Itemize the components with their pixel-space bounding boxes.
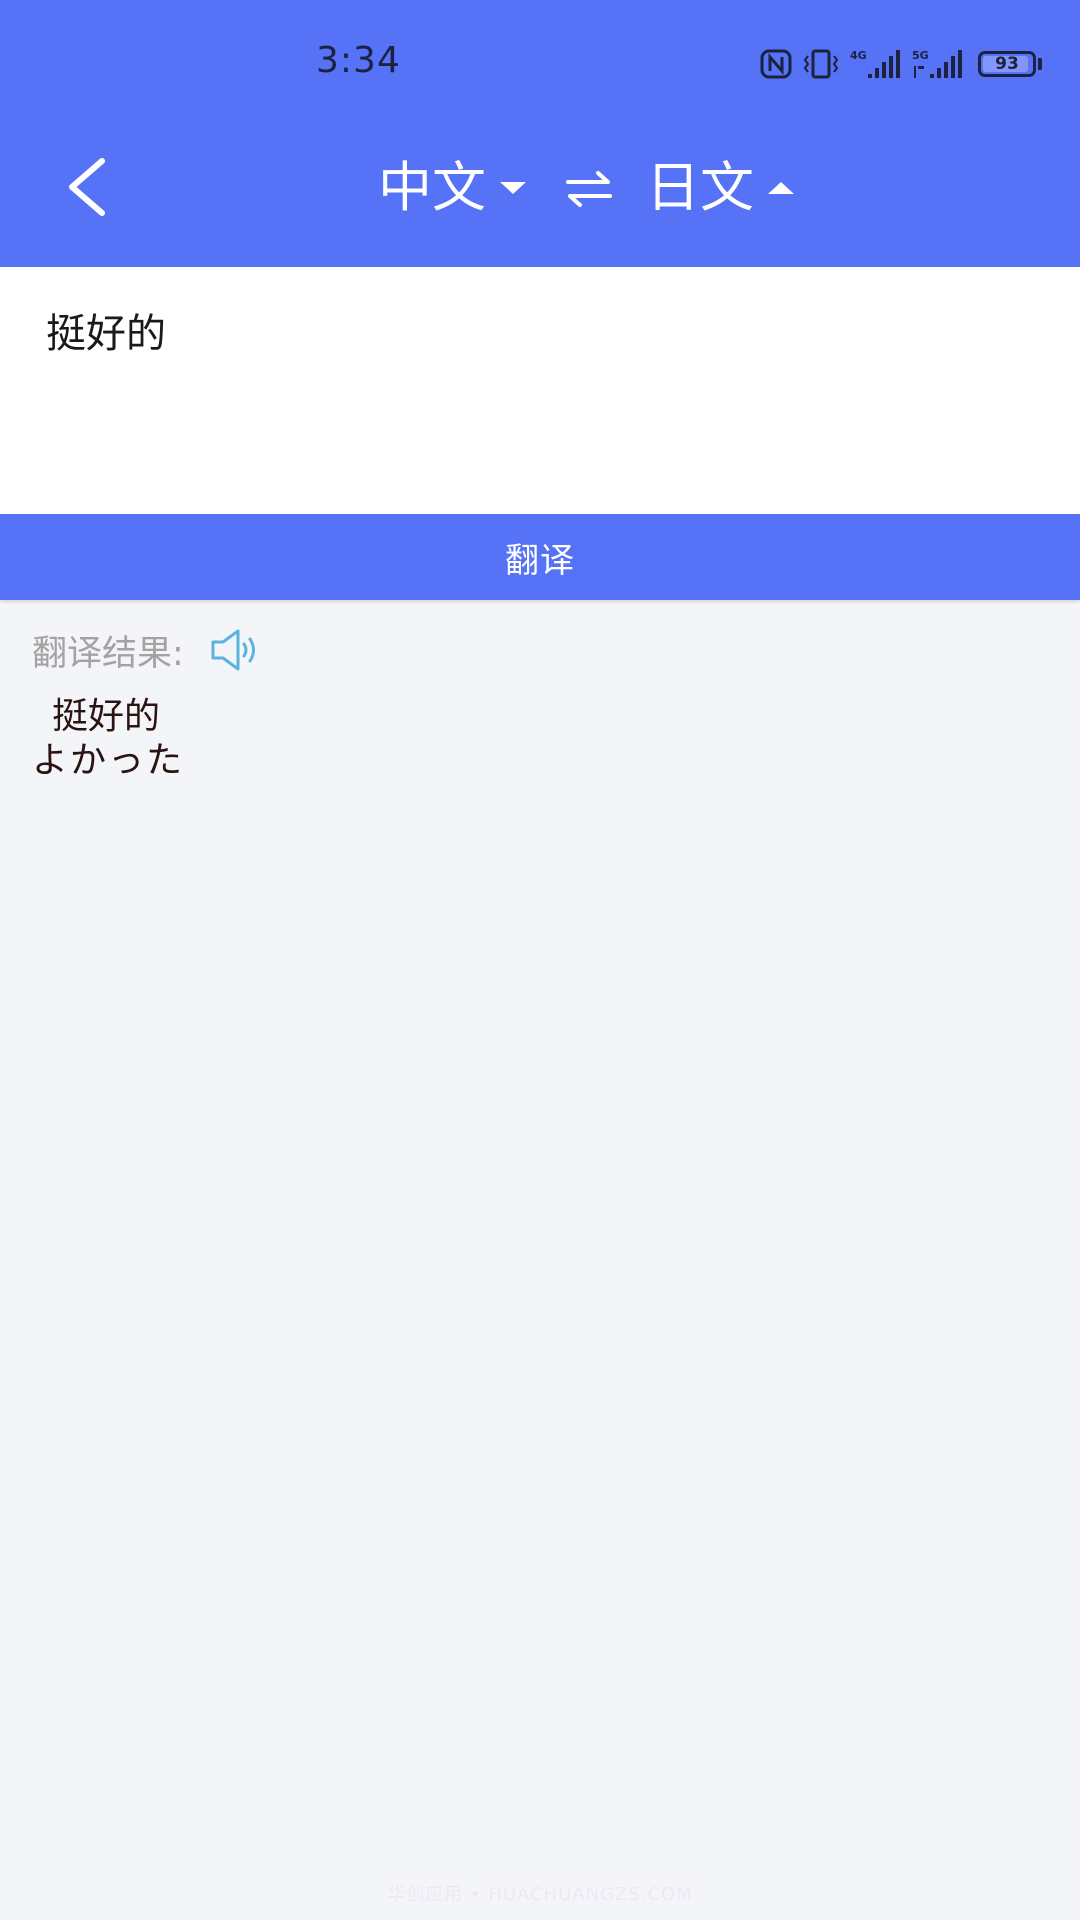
result-label: 翻译结果: (32, 633, 184, 674)
target-language-label: 日文 (646, 156, 754, 219)
source-language-label: 中文 (378, 156, 486, 219)
battery-level-text: 93 (995, 54, 1019, 74)
speaker-icon (211, 629, 255, 671)
signal-5g-icon: 5G (912, 49, 962, 78)
result-source-text: 挺好的 (52, 696, 161, 737)
battery-icon: 93 (978, 51, 1036, 77)
caret-down-icon (500, 182, 526, 194)
result-header: 翻译结果: (32, 622, 260, 678)
network-label-4g: 4G (850, 49, 867, 62)
status-icons: 4G 5G 93 (760, 46, 1042, 82)
result-translation-text: よかった (32, 740, 185, 781)
caret-up-icon (768, 182, 794, 194)
translate-button-label: 翻译 (505, 540, 575, 581)
language-selector: 中文 日文 (0, 150, 1080, 226)
nfc-icon (760, 49, 792, 79)
watermark: 华创应用 • HUACHUANGZS.COM (387, 1884, 693, 1905)
battery-cap (1038, 58, 1042, 70)
source-text-input[interactable] (46, 300, 1026, 360)
vibrate-icon (803, 49, 839, 79)
translate-button[interactable]: 翻译 (0, 514, 1080, 600)
source-language-dropdown[interactable]: 中文 (378, 150, 526, 226)
signal-4g-icon: 4G (850, 49, 900, 78)
network-label-5g: 5G (912, 49, 929, 62)
swap-arrows-icon (566, 171, 612, 207)
translation-screen: 3:34 4G 5G 93 中文 日文 挺好的 翻译 翻译结果: 挺好的 よかっ… (0, 0, 1080, 1920)
app-header: 3:34 4G 5G 93 中文 日文 (0, 0, 1080, 267)
swap-languages-button[interactable] (564, 164, 614, 214)
target-language-dropdown[interactable]: 日文 (646, 150, 794, 226)
status-time: 3:34 (316, 40, 401, 81)
speak-result-button[interactable] (210, 628, 260, 672)
